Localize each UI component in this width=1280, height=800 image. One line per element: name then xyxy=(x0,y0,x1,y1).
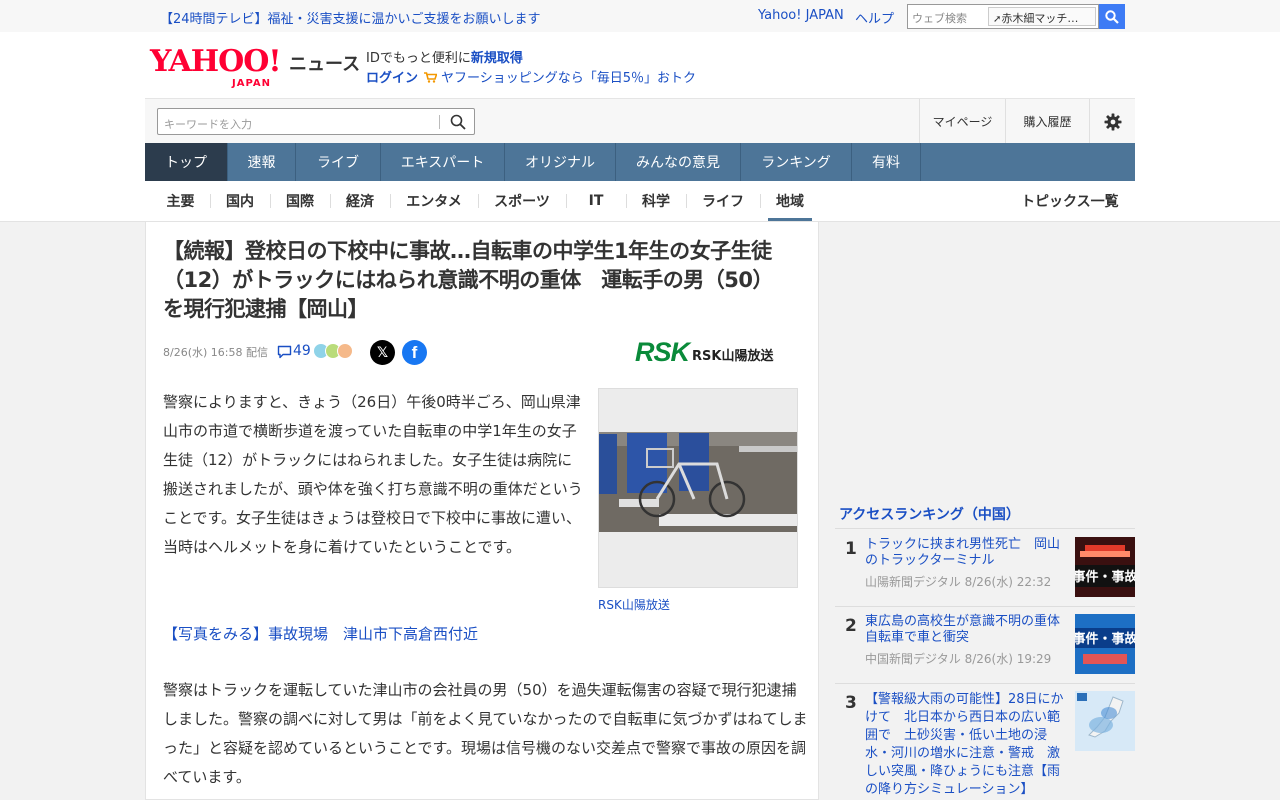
register-link[interactable]: 新規取得 xyxy=(471,51,523,66)
rank-source: 山陽新聞デジタル 8/26(水) 22:32 xyxy=(865,575,1052,589)
ranking-title[interactable]: アクセスランキング（中国） xyxy=(839,504,1020,524)
promo-link[interactable]: 【24時間テレビ】福祉・災害支援に温かいご支援をお願いします xyxy=(160,8,541,27)
nav-expert[interactable]: エキスパート xyxy=(381,143,505,181)
subnav-separator xyxy=(626,194,627,208)
x-logo-icon: 𝕏 xyxy=(376,344,389,361)
rank-source: 中国新聞デジタル 8/26(水) 19:29 xyxy=(865,652,1052,666)
weather-map-image xyxy=(1075,691,1135,751)
nav-live[interactable]: ライブ xyxy=(296,143,381,181)
ranking-item[interactable]: 2 東広島の高校生が意識不明の重体 自転車で車と衝突 中国新聞デジタル 8/26… xyxy=(835,614,1135,684)
gear-icon xyxy=(1104,113,1121,130)
comment-icon[interactable] xyxy=(277,345,292,359)
reaction-face-icon xyxy=(337,343,353,359)
ranking-item[interactable]: 3 【警報級大雨の可能性】28日にかけて 北日本から西日本の広い範囲で 土砂災害… xyxy=(835,691,1135,800)
ranking-item[interactable]: 1 トラックに挟まれ男性死亡 岡山のトラックターミナル 山陽新聞デジタル 8/2… xyxy=(835,537,1135,607)
shopping-promo-link[interactable]: ヤフーショッピングなら「毎日5％」おトク xyxy=(441,71,696,86)
mypage-link[interactable]: マイページ xyxy=(919,99,1005,144)
photo-gallery-link[interactable]: 【写真をみる】事故現場 津山市下高倉西付近 xyxy=(163,623,478,644)
web-search-input[interactable]: ウェブ検索 ➚赤木細マッチ… xyxy=(907,4,1099,29)
article-paragraph: 警察はトラックを運転していた津山市の会社員の男（50）を過失運転傷害の容疑で現行… xyxy=(163,681,808,786)
rank-number: 3 xyxy=(845,693,857,713)
article-paragraph: 警察によりますと、きょう（26日）午後0時半ごろ、岡山県津山市の市道で横断歩道を… xyxy=(163,393,583,556)
top-bar: 【24時間テレビ】福祉・災害支援に温かいご支援をお願いします Yahoo! JA… xyxy=(0,0,1280,32)
cart-icon xyxy=(424,72,438,83)
web-search-button[interactable] xyxy=(1099,4,1125,29)
keyword-search-input[interactable]: キーワードを入力 xyxy=(157,108,475,135)
rank-thumbnail[interactable]: 事件・事故 xyxy=(1075,537,1135,597)
web-search-placeholder: ウェブ検索 xyxy=(912,12,967,25)
subnav-separator xyxy=(330,194,331,208)
search-row: キーワードを入力 マイページ 購入履歴 xyxy=(145,98,1135,144)
subnav-separator xyxy=(478,194,479,208)
facebook-logo-icon: f xyxy=(411,342,418,362)
reaction-faces[interactable] xyxy=(313,343,353,359)
subnav-it[interactable]: IT xyxy=(568,181,624,221)
photo-caption[interactable]: RSK山陽放送 xyxy=(598,596,670,613)
thumb-label: 事件・事故 xyxy=(1075,569,1135,585)
rank-number: 1 xyxy=(845,539,857,559)
subnav-economy[interactable]: 経済 xyxy=(332,181,388,221)
nav-breaking[interactable]: 速報 xyxy=(228,143,296,181)
nav-ranking[interactable]: ランキング xyxy=(741,143,852,181)
login-link[interactable]: ログイン xyxy=(366,71,418,86)
facebook-share-button[interactable]: f xyxy=(402,340,427,365)
rank-title[interactable]: 【警報級大雨の可能性】28日にかけて 北日本から西日本の広い範囲で 土砂災害・低… xyxy=(865,691,1070,799)
rank-thumbnail[interactable]: 事件・事故 xyxy=(1075,614,1135,674)
search-divider xyxy=(439,115,440,129)
search-assist-chip[interactable]: ➚赤木細マッチ… xyxy=(988,7,1096,26)
subnav-separator xyxy=(210,194,211,208)
subnav-science[interactable]: 科学 xyxy=(628,181,684,221)
subnav-separator xyxy=(270,194,271,208)
source-logo[interactable]: RSK RSK山陽放送 xyxy=(635,339,773,366)
subnav-main[interactable]: 主要 xyxy=(153,181,208,221)
subnav-sports[interactable]: スポーツ xyxy=(480,181,564,221)
topics-list-link[interactable]: トピックス一覧 xyxy=(1021,181,1119,221)
subnav-international[interactable]: 国際 xyxy=(272,181,328,221)
subnav-separator xyxy=(760,194,761,208)
purchase-history-link[interactable]: 購入履歴 xyxy=(1005,99,1089,144)
nav-top[interactable]: トップ xyxy=(145,143,228,181)
accident-scene-image xyxy=(599,389,797,587)
nav-original[interactable]: オリジナル xyxy=(505,143,616,181)
nav-opinions[interactable]: みんなの意見 xyxy=(616,143,741,181)
comment-count[interactable]: 49 xyxy=(293,343,311,359)
yahoo-japan-link[interactable]: Yahoo! JAPAN xyxy=(758,8,844,23)
service-name: ニュース xyxy=(289,54,361,75)
subnav-separator xyxy=(686,194,687,208)
subnav-life[interactable]: ライフ xyxy=(688,181,758,221)
subnav-domestic[interactable]: 国内 xyxy=(212,181,268,221)
rank-thumbnail[interactable] xyxy=(1075,691,1135,751)
help-link[interactable]: ヘルプ xyxy=(855,8,894,27)
x-share-button[interactable]: 𝕏 xyxy=(370,340,395,365)
subnav-entertainment[interactable]: エンタメ xyxy=(392,181,476,221)
settings-button[interactable] xyxy=(1089,99,1135,144)
main-nav: トップ 速報 ライブ エキスパート オリジナル みんなの意見 ランキング 有料 xyxy=(145,143,1135,181)
nav-paid[interactable]: 有料 xyxy=(852,143,921,181)
rank-number: 2 xyxy=(845,616,857,636)
article-headline: 【続報】登校日の下校中に事故…自転車の中学生1年生の女子生徒（12）がトラックに… xyxy=(163,239,773,321)
yahoo-logo[interactable]: YAHOO! JAPAN xyxy=(150,46,286,90)
search-icon[interactable] xyxy=(450,114,466,130)
thumb-label: 事件・事故 xyxy=(1075,631,1135,647)
id-promo: IDでもっと便利に新規取得 xyxy=(366,51,523,66)
site-header: YAHOO! JAPAN ニュース IDでもっと便利に新規取得 ログイン ヤフーシ… xyxy=(0,32,1280,222)
login-row: ログイン ヤフーショッピングなら「毎日5％」おトク xyxy=(366,67,696,86)
article: 【続報】登校日の下校中に事故…自転車の中学生1年生の女子生徒（12）がトラックに… xyxy=(145,222,819,800)
sub-nav: 主要 国内 国際 経済 エンタメ スポーツ IT 科学 ライフ 地域 トピックス… xyxy=(145,181,1135,221)
rank-title[interactable]: 東広島の高校生が意識不明の重体 自転車で車と衝突 xyxy=(865,614,1073,646)
article-photo[interactable] xyxy=(598,388,798,588)
subnav-local[interactable]: 地域 xyxy=(762,181,818,221)
article-date: 8/26(水) 16:58 配信 xyxy=(163,346,268,359)
subnav-separator xyxy=(566,194,567,208)
ranking-divider xyxy=(835,528,1135,529)
search-icon xyxy=(1105,9,1119,24)
ranking-divider xyxy=(835,606,1135,607)
keyword-placeholder: キーワードを入力 xyxy=(164,118,252,131)
subnav-separator xyxy=(390,194,391,208)
ranking-divider xyxy=(835,683,1135,684)
rank-title[interactable]: トラックに挟まれ男性死亡 岡山のトラックターミナル xyxy=(865,537,1070,569)
